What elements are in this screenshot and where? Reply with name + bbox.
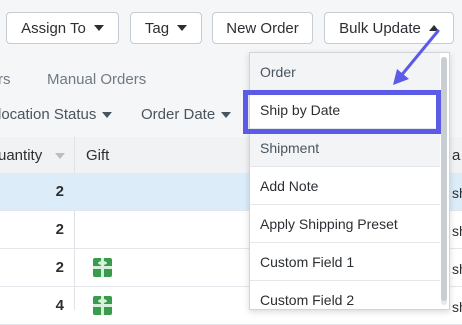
cell-partial: sh	[452, 299, 462, 315]
new-order-label: New Order	[226, 19, 299, 37]
quantity-cell: 4	[55, 297, 64, 314]
menu-item-custom-field-1[interactable]: Custom Field 1	[250, 243, 440, 281]
caret-down-icon	[93, 25, 104, 31]
pointer-arrow-icon	[393, 29, 440, 85]
order-date-filter[interactable]: Order Date	[141, 106, 232, 123]
caret-down-icon	[102, 111, 113, 118]
allocation-status-filter[interactable]: location Status	[0, 106, 113, 123]
order-date-label: Order Date	[141, 106, 216, 123]
sort-icon[interactable]	[55, 153, 65, 159]
menu-item-add-note[interactable]: Add Note	[250, 167, 440, 205]
gift-icon	[93, 258, 112, 277]
scrollbar-thumb[interactable]	[441, 57, 447, 301]
menu-item-apply-shipping-preset[interactable]: Apply Shipping Preset	[250, 205, 440, 243]
cell-partial: sh	[452, 185, 462, 201]
quantity-cell: 2	[55, 221, 64, 238]
assign-to-button[interactable]: Assign To	[6, 12, 119, 44]
menu-scrollbar[interactable]	[441, 57, 447, 305]
tab-partial[interactable]: rs	[0, 71, 11, 88]
tag-button[interactable]: Tag	[130, 12, 202, 44]
gift-column-header[interactable]: Gift	[86, 147, 109, 164]
quantity-cell: 2	[55, 259, 64, 276]
menu-item-ship-by-date[interactable]: Ship by Date	[250, 91, 440, 129]
quantity-cell: 2	[55, 183, 64, 200]
tag-label: Tag	[144, 19, 170, 37]
new-order-button[interactable]: New Order	[212, 12, 313, 44]
gift-icon	[93, 296, 112, 315]
caret-down-icon	[221, 111, 232, 118]
cell-partial: sh	[452, 223, 462, 239]
allocation-status-label: location Status	[0, 106, 97, 123]
tab-manual-orders[interactable]: Manual Orders	[47, 71, 146, 88]
assign-to-label: Assign To	[21, 19, 86, 37]
menu-section-shipment: Shipment	[250, 129, 440, 167]
menu-item-custom-field-2[interactable]: Custom Field 2	[250, 281, 440, 319]
column-header-partial: a	[452, 147, 461, 164]
cell-partial: sh	[452, 261, 462, 277]
caret-down-icon	[177, 25, 188, 31]
quantity-column-header[interactable]: uantity	[0, 147, 42, 164]
bulk-update-menu: Order Ship by Date Shipment Add Note App…	[249, 52, 450, 310]
